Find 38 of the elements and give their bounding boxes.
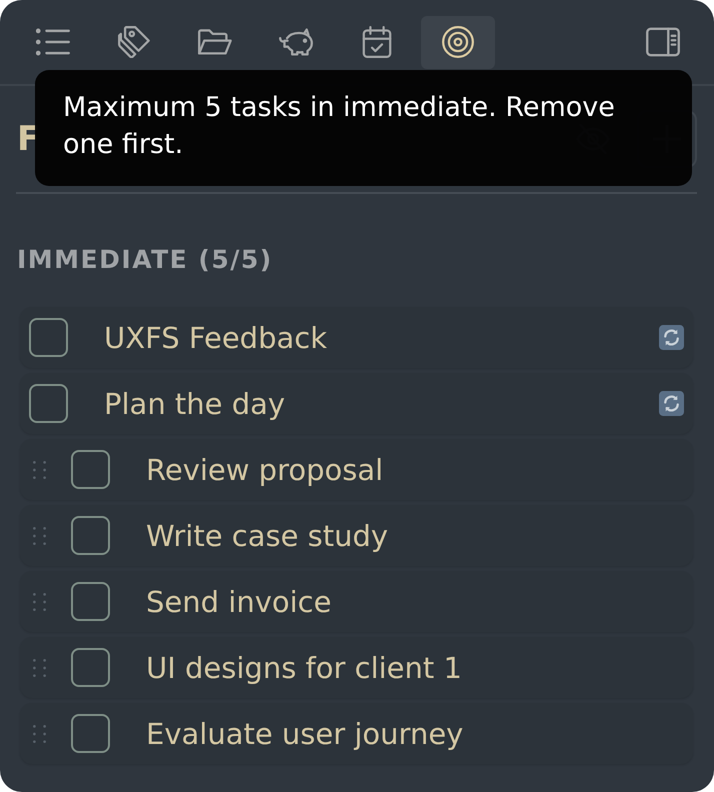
- task-title: Review proposal: [146, 452, 384, 486]
- task-row[interactable]: Review proposal: [20, 439, 693, 500]
- task-checkbox[interactable]: [71, 582, 110, 621]
- task-row[interactable]: Send invoice: [20, 571, 693, 632]
- target-icon: [441, 26, 475, 58]
- task-row[interactable]: UXFS Feedback: [20, 307, 693, 368]
- task-row[interactable]: Plan the day: [20, 373, 693, 434]
- tags-icon: [117, 26, 151, 58]
- task-row[interactable]: Evaluate user journey: [20, 703, 693, 764]
- task-title: Plan the day: [104, 386, 286, 420]
- list-icon: [36, 26, 70, 58]
- task-checkbox[interactable]: [71, 450, 110, 489]
- drag-handle-icon[interactable]: [33, 724, 46, 742]
- piggy-bank-icon: [279, 26, 313, 58]
- drag-handle-icon[interactable]: [33, 460, 46, 478]
- task-checkbox[interactable]: [29, 384, 68, 423]
- task-title: Send invoice: [146, 584, 332, 618]
- task-checkbox[interactable]: [71, 648, 110, 687]
- task-row[interactable]: Write case study: [20, 505, 693, 566]
- drag-handle-icon[interactable]: [33, 658, 46, 676]
- task-checkbox[interactable]: [29, 318, 68, 357]
- task-title: Evaluate user journey: [146, 716, 464, 750]
- side-panel-icon: [646, 26, 680, 58]
- task-title: UXFS Feedback: [104, 320, 327, 354]
- refresh-icon: [659, 391, 684, 416]
- task-row[interactable]: UI designs for client 1: [20, 637, 693, 698]
- drag-handle-icon[interactable]: [33, 592, 46, 610]
- section-heading: IMMEDIATE (5/5): [17, 244, 274, 276]
- task-title: Write case study: [146, 518, 388, 552]
- task-checkbox[interactable]: [71, 516, 110, 555]
- page-title: F: [17, 119, 40, 159]
- target-tab[interactable]: [421, 16, 495, 68]
- tooltip-message: Maximum 5 tasks in immediate. Remove one first.: [63, 91, 616, 162]
- task-checkbox[interactable]: [71, 714, 110, 753]
- task-title: UI designs for client 1: [146, 650, 462, 684]
- drag-handle-icon[interactable]: [33, 526, 46, 544]
- calendar-check-icon: [360, 26, 394, 58]
- refresh-icon: [659, 325, 684, 350]
